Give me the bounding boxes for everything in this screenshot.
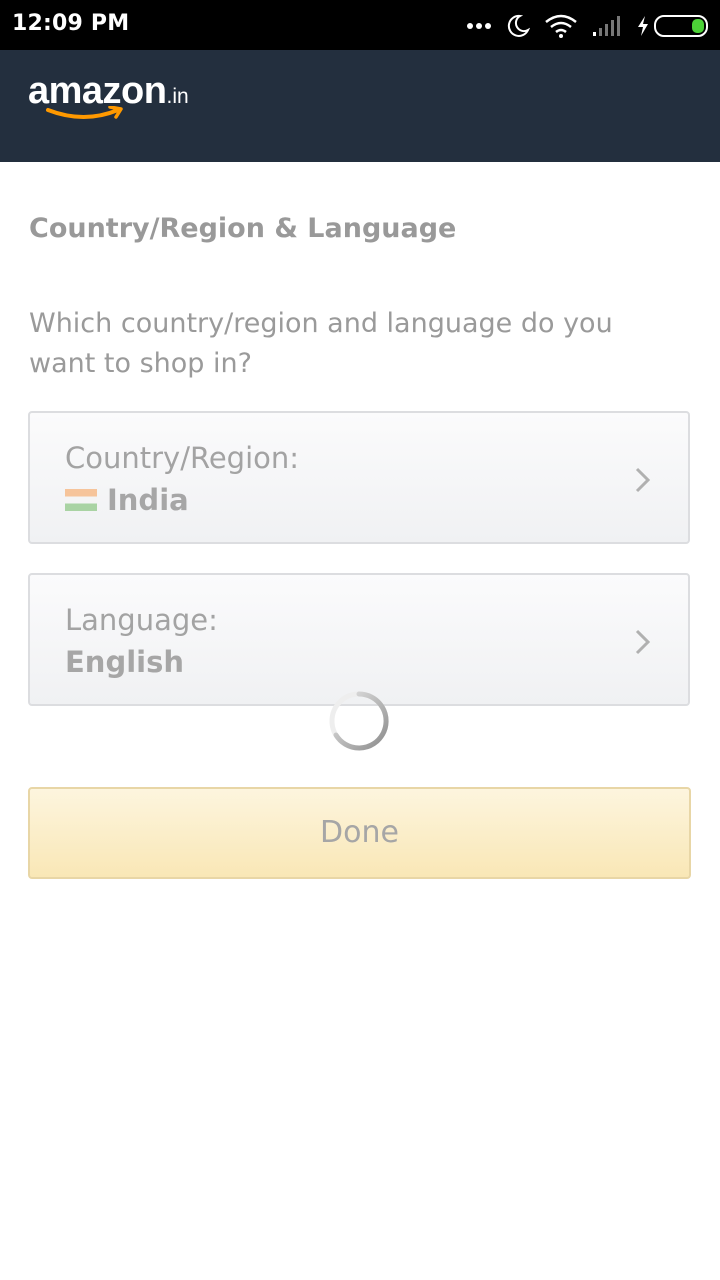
language-selector[interactable]: Language: English <box>28 573 690 706</box>
status-bar: 12:09 PM <box>0 0 720 50</box>
logo-suffix: .in <box>166 85 189 108</box>
charging-icon <box>636 15 650 37</box>
done-button[interactable]: Done <box>28 787 691 879</box>
language-label: Language: <box>65 603 218 637</box>
status-icons <box>466 12 710 40</box>
app-header: amazon.in <box>0 50 720 162</box>
page-title: Country/Region & Language <box>29 213 457 244</box>
country-value-text: India <box>107 483 189 517</box>
more-dots-icon <box>466 22 492 30</box>
loading-spinner-icon <box>329 691 389 751</box>
signal-icon <box>592 15 622 37</box>
country-value: India <box>65 483 189 517</box>
smile-arrow-icon <box>46 106 123 119</box>
country-label: Country/Region: <box>65 441 300 475</box>
language-value: English <box>65 645 185 679</box>
status-time: 12:09 PM <box>12 11 130 36</box>
india-flag-icon <box>65 489 97 511</box>
chevron-right-icon <box>635 629 651 655</box>
amazon-logo[interactable]: amazon.in <box>28 72 189 119</box>
wifi-icon <box>544 13 578 39</box>
prompt-text: Which country/region and language do you… <box>29 308 613 379</box>
battery-icon <box>654 14 710 38</box>
chevron-right-icon <box>635 467 651 493</box>
moon-icon <box>506 14 530 38</box>
country-selector[interactable]: Country/Region: India <box>28 411 690 544</box>
